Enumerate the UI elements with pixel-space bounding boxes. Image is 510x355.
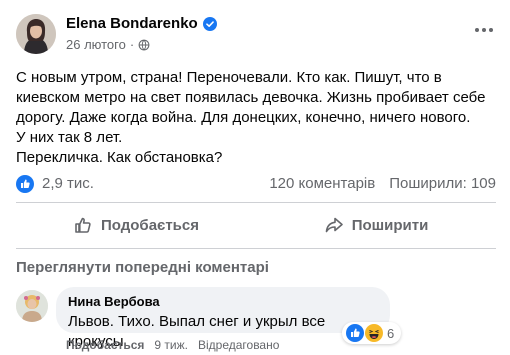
- comment-time[interactable]: 9 тиж.: [154, 338, 188, 352]
- divider: [16, 248, 496, 249]
- post-text-line: киевском метро на свет появилась девочка…: [16, 89, 486, 106]
- comments-count[interactable]: 120 коментарів: [269, 175, 375, 192]
- author-avatar[interactable]: [16, 14, 56, 54]
- like-reaction-icon: [346, 324, 364, 342]
- comment-bubble: Нина Вербова Львов. Тихо. Выпал снег и у…: [56, 287, 390, 350]
- share-arrow-icon: [325, 217, 343, 233]
- like-button-label: Подобається: [101, 216, 199, 234]
- thumbs-up-icon: [75, 217, 91, 233]
- comment-like-button[interactable]: Подобається: [66, 338, 144, 352]
- share-button-label: Поширити: [351, 216, 429, 234]
- like-button[interactable]: Подобається: [16, 206, 256, 244]
- comment-actions: Подобається 9 тиж. Відредаговано: [66, 338, 279, 352]
- post-text-line: У них так 8 лет.: [16, 129, 123, 146]
- meta-separator: ·: [129, 37, 135, 52]
- divider: [16, 202, 496, 203]
- more-options-icon[interactable]: [472, 22, 496, 38]
- post-author[interactable]: Elena Bondarenko: [66, 15, 217, 32]
- share-button[interactable]: Поширити: [256, 206, 496, 244]
- post-text-line: Перекличка. Как обстановка?: [16, 149, 223, 166]
- commenter-avatar[interactable]: [16, 290, 48, 322]
- verified-badge-icon: [202, 16, 217, 31]
- like-reaction-icon[interactable]: [16, 175, 34, 193]
- post-header: Elena Bondarenko 26 лютого ·: [16, 10, 496, 58]
- stats-right: 120 коментарів Поширили: 109: [269, 175, 496, 192]
- post-text-line: дорогу. Даже когда война. Для донецких, …: [16, 109, 471, 126]
- post-date[interactable]: 26 лютого: [66, 37, 126, 52]
- post-stats: 2,9 тис. 120 коментарів Поширили: 109: [16, 174, 496, 194]
- comment-edited-label: Відредаговано: [197, 338, 280, 352]
- globe-icon: [138, 39, 150, 50]
- post-meta: 26 лютого ·: [66, 37, 150, 52]
- likes-count[interactable]: 2,9 тис.: [42, 175, 94, 192]
- post-actions: Подобається Поширити: [16, 206, 496, 244]
- post-text-line: С новым утром, страна! Переночевали. Кто…: [16, 69, 442, 86]
- post-text: С новым утром, страна! Переночевали. Кто…: [16, 68, 494, 168]
- shares-count[interactable]: Поширили: 109: [389, 175, 496, 192]
- comment-reactions[interactable]: 6: [342, 322, 402, 344]
- post-author-name[interactable]: Elena Bondarenko: [66, 15, 198, 32]
- view-previous-comments-link[interactable]: Переглянути попередні коментарі: [16, 259, 269, 276]
- reaction-count: 6: [387, 325, 395, 341]
- comment-author[interactable]: Нина Вербова: [68, 294, 378, 310]
- laugh-reaction-icon: [365, 324, 383, 342]
